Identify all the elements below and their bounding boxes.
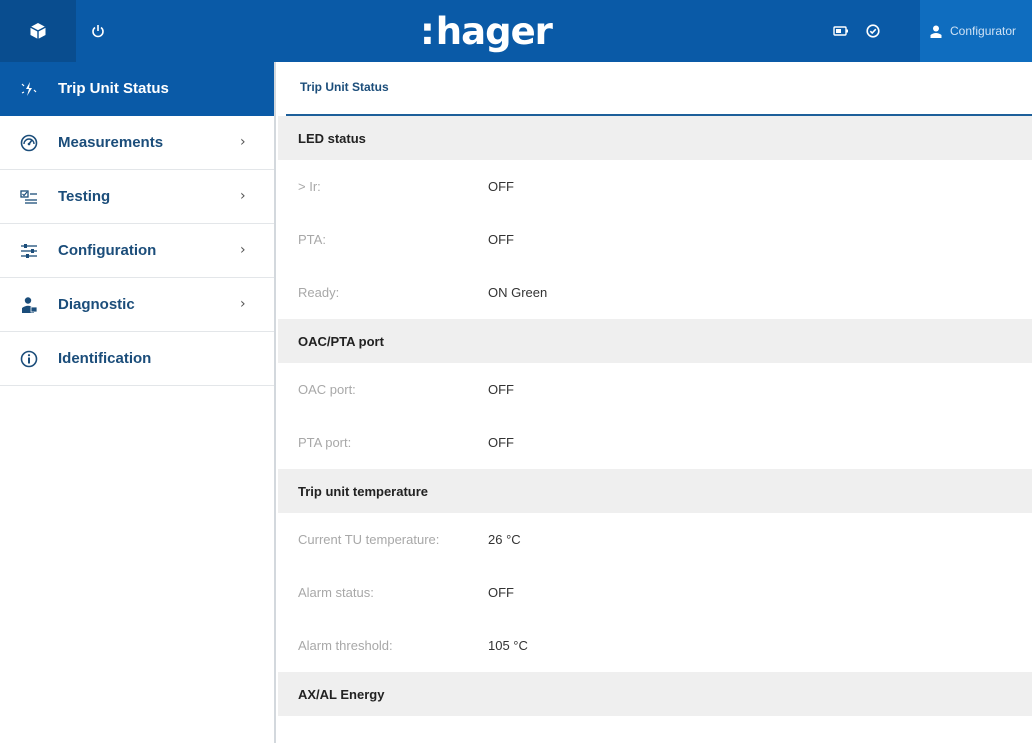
row-value: OFF [488, 179, 514, 194]
section-header-led-status: LED status [278, 116, 1032, 160]
sliders-icon [0, 243, 58, 259]
row-value: 105 °C [488, 638, 528, 653]
sidebar-item-testing[interactable]: Testing › [0, 170, 274, 224]
sidebar-item-diagnostic[interactable]: Diagnostic › [0, 278, 274, 332]
status-row: > Ir: OFF [278, 160, 1032, 213]
chevron-right-icon: › [240, 188, 246, 204]
info-icon [0, 350, 58, 368]
status-row: PTA port: OFF [278, 416, 1032, 469]
row-label: Current TU temperature: [298, 532, 440, 547]
header-status-icons [828, 0, 892, 62]
box-icon [30, 23, 46, 39]
tab-bar: Trip Unit Status [278, 62, 1032, 116]
status-row: Alarm status: OFF [278, 566, 1032, 619]
power-button[interactable] [76, 0, 120, 62]
section-header-trip-unit-temperature: Trip unit temperature [278, 469, 1032, 513]
sidebar-item-label: Configuration [58, 242, 157, 259]
chevron-right-icon: › [240, 134, 246, 150]
check-status-button[interactable] [860, 0, 886, 62]
sidebar-item-identification[interactable]: Identification [0, 332, 274, 386]
row-label: PTA: [298, 232, 326, 247]
row-label: > Ir: [298, 179, 321, 194]
sidebar: Trip Unit Status Measurements › Testing … [0, 62, 276, 743]
main-content: Trip Unit Status LED status > Ir: OFF PT… [278, 62, 1032, 743]
section-header-ax-al-energy: AX/AL Energy [278, 672, 1032, 716]
status-row: Alarm threshold: 105 °C [278, 619, 1032, 672]
user-label: Configurator [950, 24, 1017, 38]
check-circle-icon [866, 24, 880, 38]
sidebar-item-label: Measurements [58, 134, 164, 151]
row-value: OFF [488, 435, 514, 450]
tab-underline [286, 114, 1032, 116]
user-icon [930, 25, 942, 38]
row-value: OFF [488, 585, 514, 600]
sidebar-item-trip-unit-status[interactable]: Trip Unit Status [0, 62, 274, 116]
chevron-right-icon: › [240, 242, 246, 258]
status-row: OAC port: OFF [278, 363, 1032, 416]
home-button[interactable] [0, 0, 76, 62]
status-row: PTA: OFF [278, 213, 1032, 266]
row-label: Alarm threshold: [298, 638, 393, 653]
row-value: OFF [488, 382, 514, 397]
row-label: Ready: [298, 285, 340, 300]
row-label: Alarm status: [298, 585, 374, 600]
hager-logo: : hager [420, 9, 553, 53]
power-icon [92, 25, 104, 38]
status-row: Ready: ON Green [278, 266, 1032, 319]
section-header-oac-pta-port: OAC/PTA port [278, 319, 1032, 363]
row-value: OFF [488, 232, 514, 247]
sidebar-item-label: Identification [58, 350, 152, 367]
sidebar-item-label: Testing [58, 188, 111, 205]
sidebar-item-configuration[interactable]: Configuration › [0, 224, 274, 278]
user-menu[interactable]: Configurator [920, 0, 1032, 62]
battery-button[interactable] [828, 0, 854, 62]
checklist-icon [0, 189, 58, 205]
gauge-icon [0, 134, 58, 152]
battery-icon [833, 26, 848, 36]
tab-trip-unit-status[interactable]: Trip Unit Status [300, 80, 389, 94]
chevron-right-icon: › [240, 296, 246, 312]
sidebar-item-measurements[interactable]: Measurements › [0, 116, 274, 170]
row-value: ON Green [488, 285, 548, 300]
row-label: PTA port: [298, 435, 352, 450]
status-row: Current TU temperature: 26 °C [278, 513, 1032, 566]
row-label: OAC port: [298, 382, 356, 397]
row-value: 26 °C [488, 532, 521, 547]
sidebar-item-label: Trip Unit Status [58, 80, 169, 97]
sidebar-item-label: Diagnostic [58, 296, 135, 313]
top-bar: : hager Configurator [0, 0, 1032, 62]
technician-icon [0, 296, 58, 314]
lightning-sparkle-icon [0, 80, 58, 98]
